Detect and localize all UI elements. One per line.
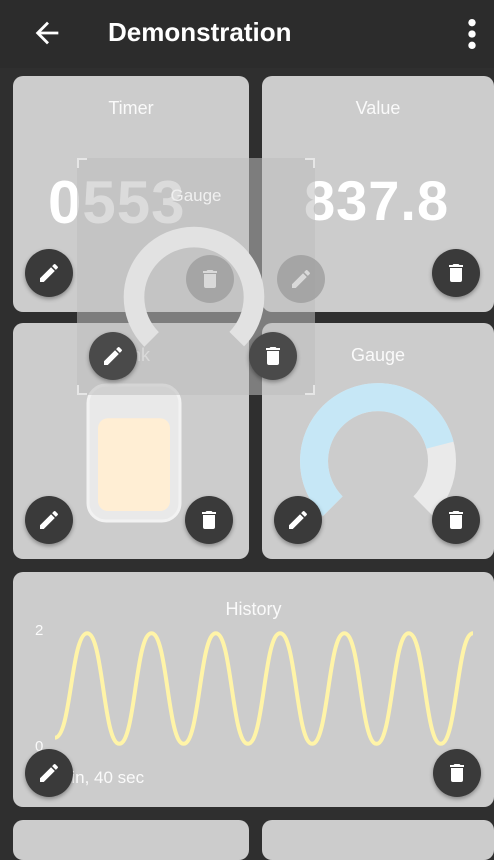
trash-icon (203, 270, 217, 288)
history-series-line (54, 631, 474, 746)
pencil-icon (292, 270, 310, 288)
trash-icon (266, 347, 280, 365)
dragging-gauge-widget[interactable]: Gauge (77, 158, 325, 395)
dragging-edit-button[interactable] (89, 332, 137, 380)
corner-mark (305, 158, 315, 168)
app-bar: Demonstration (0, 0, 494, 68)
dragging-edit-button-right[interactable] (277, 255, 325, 303)
delete-tank-button[interactable] (185, 496, 233, 544)
delete-history-button[interactable] (433, 749, 481, 797)
next-card-right[interactable] (262, 820, 494, 860)
pencil-icon (40, 511, 58, 529)
dragging-delete-button[interactable] (186, 255, 234, 303)
page-title: Demonstration (108, 17, 292, 47)
edit-gauge-button[interactable] (274, 496, 322, 544)
delete-value-button[interactable] (432, 249, 480, 297)
next-card-left[interactable] (13, 820, 249, 860)
trash-icon (449, 511, 463, 529)
trash-icon (449, 264, 463, 282)
value-title: Value (355, 98, 401, 118)
delete-gauge-button[interactable] (432, 496, 480, 544)
tank-graphic (86, 383, 182, 523)
corner-mark (305, 385, 315, 395)
trash-icon (202, 511, 216, 529)
corner-mark (77, 158, 87, 168)
pencil-icon (40, 264, 58, 282)
timer-title: Timer (108, 98, 154, 118)
dragging-title: Gauge (170, 186, 222, 205)
dragging-delete-button-bottom[interactable] (249, 332, 297, 380)
pencil-icon (40, 764, 58, 782)
trash-icon (450, 764, 464, 782)
history-card[interactable]: History 2 0 1 min, 40 sec (13, 572, 494, 807)
tank-fill (98, 418, 170, 511)
arrow-left-icon[interactable] (30, 16, 64, 50)
edit-tank-button[interactable] (25, 496, 73, 544)
corner-mark (77, 385, 87, 395)
value-reading: 837.8 (304, 169, 450, 232)
pencil-icon (289, 511, 307, 529)
more-vert-icon[interactable] (462, 17, 482, 51)
edit-history-button[interactable] (25, 749, 73, 797)
pencil-icon (104, 347, 122, 365)
edit-timer-button[interactable] (25, 249, 73, 297)
history-chart (54, 631, 474, 746)
